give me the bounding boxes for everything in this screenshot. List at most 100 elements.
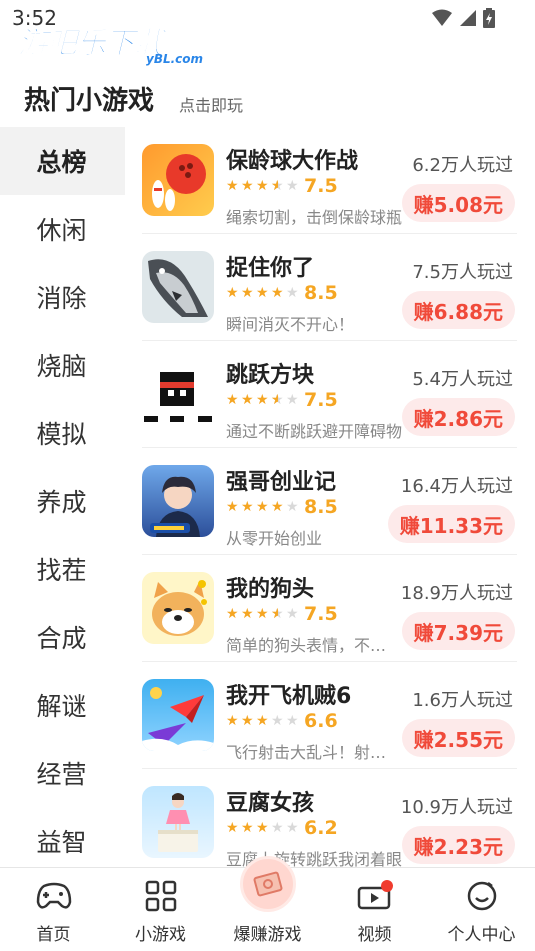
sidebar-item-management[interactable]: 经营 <box>0 739 125 807</box>
game-card[interactable]: 我的狗头 ★★★★★ 7.5 简单的狗头表情，不一样的 18.9万人玩过 赚7.… <box>142 555 517 662</box>
earn-button[interactable]: 赚2.86元 <box>401 398 515 436</box>
game-description: 瞬间消灭不开心！ <box>226 315 355 334</box>
app-screen: 3:52 游吧乐下载 yBL.com 热门小游戏 点击即玩 总榜 休闲 消除 烧… <box>0 0 535 951</box>
game-description: 通过不断跳跃避开障碍物 <box>226 422 402 441</box>
rating: ★★★★★ 7.5 <box>226 175 338 197</box>
player-count: 18.9万人玩过 <box>400 583 513 604</box>
sidebar-item-label: 休闲 <box>36 216 87 245</box>
game-card[interactable]: 豆腐女孩 ★ ★ ★ ★ ★ 6.2 豆腐上旋转跳跃我闭着眼 10.9万人玩过 赚2.2… <box>142 769 517 867</box>
star-icon: ★ <box>286 285 299 301</box>
sidebar-item-brain[interactable]: 烧脑 <box>0 331 125 399</box>
star-icon: ★ <box>241 606 254 622</box>
game-list: 保龄球大作战 ★★★★★ 7.5 绳索切割，击倒保龄球瓶 6.2万人玩过 赚5.… <box>125 127 535 867</box>
status-icons <box>431 8 495 28</box>
game-name: 跳跃方块 <box>226 363 315 388</box>
sidebar-item-raising[interactable]: 养成 <box>0 467 125 535</box>
notification-dot <box>381 880 393 892</box>
star-icon: ★ <box>241 499 254 515</box>
nav-profile[interactable]: 个人中心 <box>428 868 535 951</box>
rating-score: 7.5 <box>304 389 338 411</box>
paper-plane-icon[interactable] <box>142 679 214 751</box>
game-card[interactable]: 跳跃方块 ★★★★★ 7.5 通过不断跳跃避开障碍物 5.4万人玩过 赚2.86… <box>142 341 517 448</box>
watermark-sub: yBL.com <box>146 52 204 66</box>
star-rating: ★ ★ ★ ★ ★ <box>226 607 300 621</box>
earn-button[interactable]: 赚2.23元 <box>401 826 515 864</box>
star-icon: ★ <box>286 392 299 408</box>
sidebar-item-simulation[interactable]: 模拟 <box>0 399 125 467</box>
game-card[interactable]: 强哥创业记 ★ ★ ★ ★ ★ 8.5 从零开始创业 16.4万人玩过 赚11.33元 <box>142 448 517 555</box>
earn-button[interactable]: 赚2.55元 <box>401 719 515 757</box>
tofu-girl-icon[interactable] <box>142 786 214 858</box>
page-title: 热门小游戏 <box>24 86 155 116</box>
sidebar-item-label: 经营 <box>36 760 87 789</box>
ninja-block-icon[interactable] <box>142 358 214 430</box>
star-icon: ★ <box>286 820 299 836</box>
earn-button[interactable]: 赚5.08元 <box>401 184 515 222</box>
watermark-title: 游吧乐下载 <box>18 26 165 62</box>
star-icon: ★ <box>226 392 239 408</box>
rating: ★ ★ ★ ★ ★ 8.5 <box>226 282 338 304</box>
star-icon: ★ <box>271 713 284 729</box>
nav-video[interactable]: 视频 <box>321 868 428 951</box>
player-count: 5.4万人玩过 <box>412 369 513 390</box>
star-icon: ★ <box>226 713 239 729</box>
rating: ★★★★★ 7.5 <box>226 603 338 625</box>
star-icon: ★ <box>286 499 299 515</box>
sidebar-item-educational[interactable]: 益智 <box>0 807 125 875</box>
signal-icon <box>460 10 476 26</box>
star-icon: ★ <box>271 393 285 407</box>
fish-icon[interactable] <box>142 251 214 323</box>
nav-home[interactable]: 首页 <box>0 868 107 951</box>
sidebar-item-label: 合成 <box>36 624 87 653</box>
star-icon: ★ <box>241 392 254 408</box>
star-icon: ★ <box>226 499 239 515</box>
sidebar-item-label: 解谜 <box>36 692 87 721</box>
sidebar-item-label: 消除 <box>36 284 87 313</box>
star-icon: ★ <box>256 392 269 408</box>
star-icon: ★ <box>241 713 254 729</box>
bowling-icon[interactable] <box>142 144 214 216</box>
star-icon: ★ <box>256 606 269 622</box>
nav-label: 视频 <box>357 925 392 945</box>
game-description: 绳索切割，击倒保龄球瓶 <box>226 208 402 227</box>
dog-head-icon[interactable] <box>142 572 214 644</box>
sidebar-item-label: 烧脑 <box>36 352 87 381</box>
sidebar-item-spot-difference[interactable]: 找茬 <box>0 535 125 603</box>
sidebar-item-label: 益智 <box>36 828 87 857</box>
earn-button[interactable]: 赚7.39元 <box>401 612 515 650</box>
character-icon[interactable] <box>142 465 214 537</box>
nav-label: 首页 <box>36 925 71 945</box>
sidebar-item-casual[interactable]: 休闲 <box>0 195 125 263</box>
game-name: 我开飞机贼6 <box>226 684 352 709</box>
star-icon: ★ <box>241 285 254 301</box>
star-icon: ★ <box>226 820 239 836</box>
star-rating: ★ ★ ★ ★ ★ <box>226 393 300 407</box>
game-card[interactable]: 捉住你了 ★ ★ ★ ★ ★ 8.5 瞬间消灭不开心！ 7.5万人玩过 赚6.88元 <box>142 234 517 341</box>
nav-mini-games[interactable]: 小游戏 <box>107 868 214 951</box>
star-icon: ★ <box>256 499 269 515</box>
rating-score: 6.6 <box>304 710 338 732</box>
game-name: 我的狗头 <box>226 577 315 602</box>
star-icon: ★ <box>241 178 254 194</box>
star-icon: ★ <box>241 820 254 836</box>
sidebar-item-label: 找茬 <box>36 556 87 585</box>
nav-earn-games[interactable]: 爆赚游戏 <box>214 856 321 951</box>
sidebar-item-match[interactable]: 消除 <box>0 263 125 331</box>
game-card[interactable]: 我开飞机贼6 ★ ★ ★ ★ ★ 6.6 飞行射击大乱斗！射击闯关 1.6万人玩过 赚2… <box>142 662 517 769</box>
grid-icon <box>145 880 176 912</box>
earn-button[interactable]: 赚11.33元 <box>387 505 515 543</box>
rating: ★ ★ ★ ★ ★ 6.6 <box>226 710 338 732</box>
sidebar-item-total[interactable]: 总榜 <box>0 127 125 195</box>
game-card[interactable]: 保龄球大作战 ★★★★★ 7.5 绳索切割，击倒保龄球瓶 6.2万人玩过 赚5.… <box>142 127 517 234</box>
star-rating: ★ ★ ★ ★ ★ <box>226 500 300 514</box>
star-icon: ★ <box>256 178 269 194</box>
sidebar-item-puzzle[interactable]: 解谜 <box>0 671 125 739</box>
earn-button[interactable]: 赚6.88元 <box>401 291 515 329</box>
sidebar-item-merge[interactable]: 合成 <box>0 603 125 671</box>
page-subtitle: 点击即玩 <box>179 96 244 115</box>
rating-score: 7.5 <box>304 175 338 197</box>
star-icon: ★ <box>256 820 269 836</box>
player-count: 16.4万人玩过 <box>400 476 513 497</box>
star-icon: ★ <box>256 713 269 729</box>
star-icon: ★ <box>271 607 285 621</box>
